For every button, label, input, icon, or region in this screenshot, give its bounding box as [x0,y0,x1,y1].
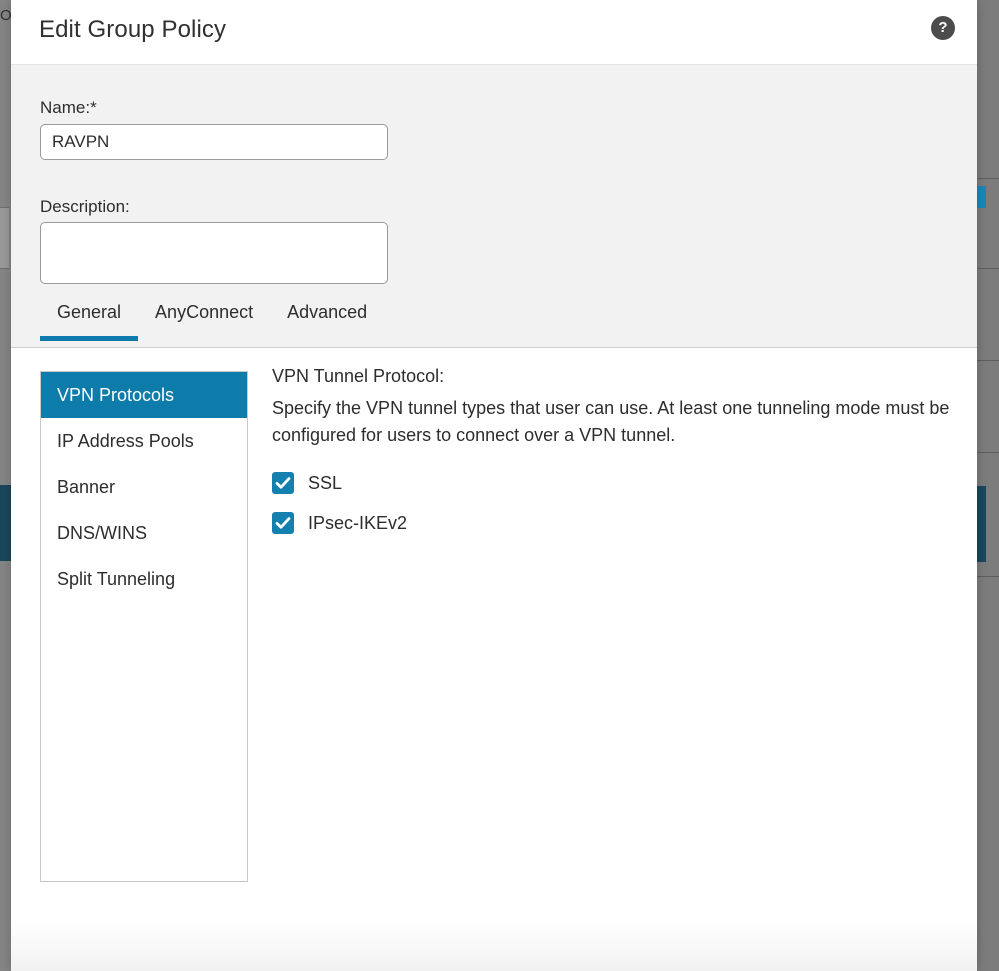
backdrop-right-rule [977,268,999,269]
backdrop-left-panel-fragment [0,207,9,269]
tab-advanced[interactable]: Advanced [270,295,384,341]
checkbox-label-ipsec-ikev2: IPsec-IKEv2 [308,512,408,533]
nav-item-vpn-protocols[interactable]: VPN Protocols [41,372,247,418]
checkbox-checked-icon[interactable] [272,472,294,495]
backdrop-right-blue-accent [977,186,986,208]
dialog-title: Edit Group Policy [39,16,227,43]
edit-group-policy-dialog: Edit Group Policy ? Name:* Description: … [11,0,977,971]
panel-description: Specify the VPN tunnel types that user c… [272,398,950,445]
backdrop-left-navy-accent [0,485,11,561]
description-textarea[interactable] [40,222,388,284]
checkbox-label-ssl: SSL [308,472,343,493]
backdrop-right-rule [977,452,999,453]
nav-item-dns-wins[interactable]: DNS/WINS [41,510,247,556]
tab-general[interactable]: General [40,295,139,341]
vpn-protocols-panel: VPN Tunnel Protocol: Specify the VPN tun… [272,366,959,552]
dialog-form-region: Name:* Description: General AnyConnect A… [11,65,977,348]
dialog-tabs: General AnyConnect Advanced [11,295,977,347]
checkbox-checked-icon[interactable] [272,512,294,535]
panel-title: VPN Tunnel Protocol: [272,366,445,386]
checkbox-row-ssl[interactable]: SSL [272,472,343,495]
nav-item-banner[interactable]: Banner [41,464,247,510]
settings-nav-list: VPN Protocols IP Address Pools Banner DN… [40,371,248,882]
nav-item-split-tunneling[interactable]: Split Tunneling [41,556,247,602]
backdrop-right-navy-accent [977,486,986,562]
dialog-content: VPN Protocols IP Address Pools Banner DN… [11,348,977,971]
backdrop-right-rule [977,576,999,577]
backdrop-right-rule [977,178,999,179]
backdrop-right-rule [977,360,999,361]
description-field-label: Description: [40,197,130,216]
name-input[interactable] [40,124,388,160]
checkbox-row-ipsec-ikev2[interactable]: IPsec-IKEv2 [272,512,408,535]
tab-anyconnect[interactable]: AnyConnect [138,295,270,341]
name-field-label: Name:* [40,98,97,117]
help-question-icon[interactable]: ? [931,16,955,40]
dialog-header: Edit Group Policy ? [11,0,977,65]
dialog-footer-area [11,919,977,971]
nav-item-ip-address-pools[interactable]: IP Address Pools [41,418,247,464]
